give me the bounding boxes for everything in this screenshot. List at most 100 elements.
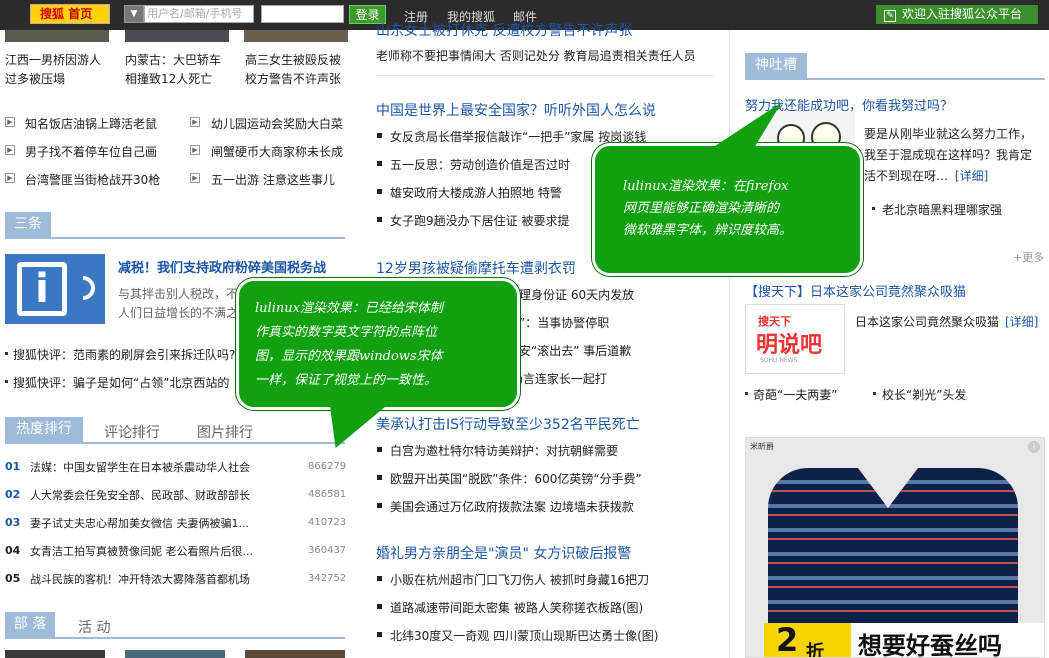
news-link[interactable]: 五一出游 注意这些事儿 xyxy=(211,171,335,188)
news-item[interactable]: 五一反思：劳动创造价值是否过时 xyxy=(390,156,570,173)
tribe-thumb[interactable] xyxy=(5,650,105,658)
sky-detail-link[interactable]: [详细] xyxy=(1005,313,1038,330)
tribe-thumb[interactable] xyxy=(245,650,345,658)
tab-hot-rank[interactable]: 热度排行 xyxy=(5,417,83,442)
rank-title[interactable]: 人大常委会任免安全部、民政部、财政部部长 xyxy=(30,487,250,503)
section-headline[interactable]: 12岁男孩被疑偷摩托车遭剥衣罚 xyxy=(376,258,576,278)
bullet xyxy=(377,133,382,138)
tucao-summary: 我至于混成现在这样吗？我肯定 xyxy=(864,148,1033,162)
news-item[interactable]: 道路减速带间距太密集 被路人笑称搓衣板路(图) xyxy=(390,599,643,616)
ad-banner[interactable]: 米昕爵 i 2 折 想要好蚕丝吗 xyxy=(745,437,1045,658)
bullet xyxy=(5,352,8,355)
section-headline[interactable]: 中国是世界上最安全国家？听听外国人怎么说 xyxy=(376,100,656,120)
tab-sangtiao[interactable]: 三条 xyxy=(5,212,51,237)
rank-count: 866279 xyxy=(308,461,347,472)
sky-link[interactable]: 校长“剃光”头发 xyxy=(882,386,966,403)
tab-underline xyxy=(5,637,345,639)
ad-slogan: 想要好蚕丝吗 xyxy=(858,632,1002,658)
top-subline[interactable]: 老师称不要把事情闹大 否则记处分 教育局追责相关责任人员 xyxy=(376,47,696,64)
ad-info-icon[interactable]: i xyxy=(1028,441,1040,453)
sohu-logo[interactable]: 搜狐 首页 xyxy=(30,4,110,24)
section-headline[interactable]: 美承认打击IS行动导致至少352名平民死亡 xyxy=(376,414,640,434)
rank-number: 01 xyxy=(5,460,21,473)
rank-count: 342752 xyxy=(308,573,347,584)
ad-brand: 米昕爵 xyxy=(750,442,774,451)
play-icon: ▶ xyxy=(5,117,15,127)
news-item[interactable]: 白宫为邀杜特尔特访美辩护：对抗朝鲜需要 xyxy=(390,442,618,459)
signal-icon xyxy=(66,271,100,305)
welcome-label: 欢迎入驻搜狐公众平台 xyxy=(902,7,1023,21)
callout-line: 微软雅黑字体，辨识度较高。 xyxy=(623,223,793,238)
login-type-dropdown[interactable]: ▼ xyxy=(124,5,144,23)
sky-image-text: 明说吧 xyxy=(756,333,823,358)
photo-thumb[interactable] xyxy=(244,30,348,42)
tucao-summary: 活不到现在呀… xyxy=(864,169,949,183)
welcome-button[interactable]: ✎ 欢迎入驻搜狐公众平台 xyxy=(876,5,1038,24)
bullet xyxy=(873,392,876,395)
news-item[interactable]: 雄安政府大楼成游人拍照地 特警 xyxy=(390,184,562,201)
rank-title[interactable]: 女青洁工拍写真被赞像闫妮 老公看照片后很... xyxy=(30,543,253,559)
song-callout: lulinux渲染效果：已经给宋体制 作真实的数字英文字符的点阵位 图，显示的效… xyxy=(236,278,520,410)
photo-caption[interactable]: 江西一男桥因游人 xyxy=(5,51,101,68)
rank-title[interactable]: 战斗民族的客机！冲开特浓大雾降落首都机场 xyxy=(30,571,250,587)
news-item[interactable]: 美国会通过万亿政府拨款法案 边境墙未获拨款 xyxy=(390,498,634,515)
news-item[interactable]: 北纬30度又一奇观 四川蒙顶山现斯巴达勇士像(图) xyxy=(390,627,658,644)
callout-line: lulinux渲染效果：已经给宋体制 xyxy=(255,301,443,316)
tab-photo-rank[interactable]: 图片排行 xyxy=(197,422,253,442)
top-headline[interactable]: 山东女士被打休克 反遭校方警告不许声张 xyxy=(376,20,632,40)
tribe-thumb[interactable] xyxy=(125,650,225,658)
rank-count: 360437 xyxy=(308,545,347,556)
play-icon: ▶ xyxy=(5,145,15,155)
rank-title[interactable]: 法媒：中国女留学生在日本被杀震动华人社会 xyxy=(30,459,250,475)
username-input[interactable]: 用户名/邮箱/手机号 xyxy=(144,5,254,23)
news-item[interactable]: 欧盟开出英国“脱欧”条件：600亿英镑“分手费” xyxy=(390,470,642,487)
section-headline[interactable]: 婚礼男方亲朋全是"演员" 女方识破后报警 xyxy=(376,543,631,563)
price-number: 2 xyxy=(776,621,799,658)
tab-buluo[interactable]: 部 落 xyxy=(5,612,55,637)
detail-link[interactable]: [详细] xyxy=(955,167,988,184)
sky-link[interactable]: 奇葩“一夫两妻” xyxy=(753,386,837,403)
edit-icon: ✎ xyxy=(884,10,896,22)
play-icon: ▶ xyxy=(190,145,200,155)
photo-caption[interactable]: 相撞致12人死亡 xyxy=(125,70,212,87)
sangtiao-headline[interactable]: 减税！我们支持政府粉碎美国税务战 xyxy=(118,257,326,276)
sky-headline[interactable]: 【搜天下】日本这家公司竟然聚众吸猫 xyxy=(745,281,966,300)
logo-text: 搜狐 xyxy=(40,7,65,21)
tab-activity[interactable]: 活 动 xyxy=(78,617,110,637)
bullet xyxy=(377,576,382,581)
news-link[interactable]: 幼儿园运动会奖励大白菜 xyxy=(211,115,343,132)
tab-shentucao[interactable]: 神吐槽 xyxy=(745,53,807,78)
commentary-image[interactable]: i xyxy=(5,254,105,324)
tab-comment-rank[interactable]: 评论排行 xyxy=(104,422,160,442)
bullet xyxy=(872,207,875,210)
tab-underline xyxy=(5,237,345,239)
sky-image-caption: SOHU NEWS xyxy=(760,357,798,364)
news-item[interactable]: 小贩在杭州超市门口飞刀伤人 被抓时身藏16把刀 xyxy=(390,571,649,588)
rank-title[interactable]: 妻子试丈夫忠心帮加美女微信 夫妻俩被骗1... xyxy=(30,515,249,531)
sky-image[interactable]: 搜天下 明说吧 SOHU NEWS xyxy=(745,304,845,374)
news-link[interactable]: 台湾警匪当街枪战开30枪 xyxy=(25,171,160,188)
news-item[interactable]: 女子跑9趟没办下居住证 被要求提 xyxy=(390,212,569,229)
photo-thumb[interactable] xyxy=(125,30,229,42)
photo-caption[interactable]: 校方警告不许声张 xyxy=(245,70,341,87)
photo-caption[interactable]: 过多被压塌 xyxy=(5,70,65,87)
photo-thumb[interactable] xyxy=(5,30,109,42)
sangtiao-summary: 与其拌击别人税改，不 xyxy=(118,287,239,301)
photo-caption[interactable]: 高三女生被殴反被 xyxy=(245,51,341,68)
more-link[interactable]: +更多 xyxy=(1013,249,1044,265)
callout-line: 图，显示的效果跟windows宋体 xyxy=(255,349,443,364)
play-icon: ▶ xyxy=(5,173,15,183)
news-link[interactable]: 男子找不着停车位自己画 xyxy=(25,143,157,160)
callout-line: lulinux渲染效果：在firefox xyxy=(623,179,789,194)
bullet xyxy=(377,475,382,480)
news-link[interactable]: 闸蟹硬币大商家称未长成 xyxy=(211,143,343,160)
password-input[interactable] xyxy=(261,5,344,23)
home-label: 首页 xyxy=(68,7,93,21)
tucao-link[interactable]: 老北京暗黑料理哪家强 xyxy=(882,201,1002,218)
rank-number: 02 xyxy=(5,488,21,501)
photo-caption[interactable]: 内蒙古：大巴轿车 xyxy=(125,51,221,68)
rank-count: 410723 xyxy=(308,517,347,528)
sangtiao-item[interactable]: 搜狐快评：范雨素的刷屏会引来拆迁队吗? xyxy=(13,346,235,363)
news-link[interactable]: 知名饭店油锅上蹲活老鼠 xyxy=(25,115,157,132)
sangtiao-item[interactable]: 搜狐快评：骗子是如何“占领”北京西站的 xyxy=(13,374,229,391)
